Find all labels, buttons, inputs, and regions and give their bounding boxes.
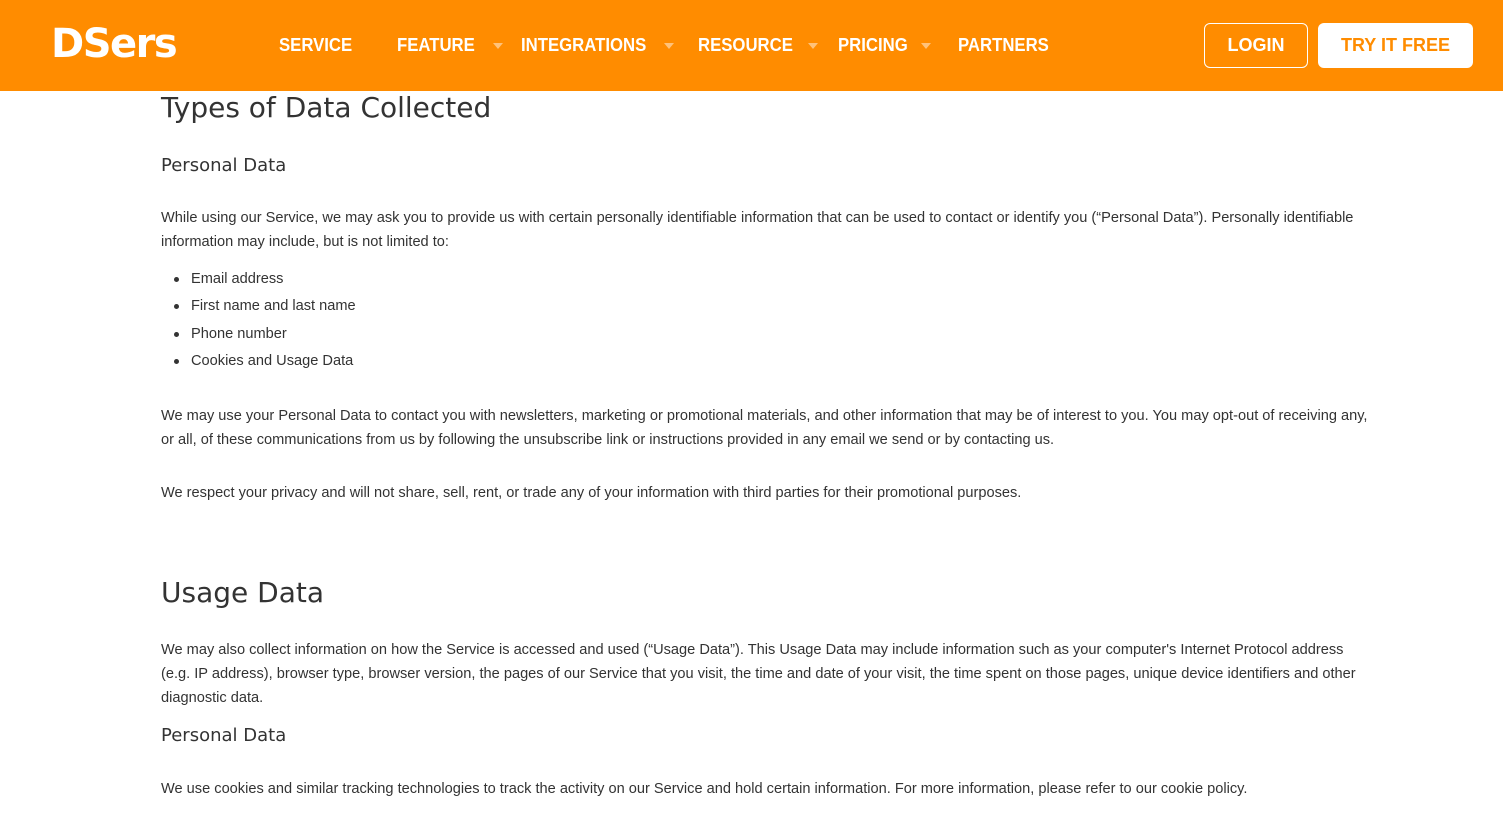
usage-data-paragraph: We may also collect information on how t… (161, 642, 1356, 706)
nav-item-integrations[interactable]: INTEGRATIONS (521, 35, 698, 56)
chevron-down-icon (808, 42, 819, 49)
bullet-icon (174, 331, 179, 337)
section-title-types-of-data: Types of Data Collected (161, 91, 492, 124)
nav-item-resource[interactable]: RESOURCE (698, 35, 838, 56)
dsers-logo[interactable]: DSers (51, 20, 178, 68)
nav-item-partners[interactable]: PARTNERS (958, 35, 1056, 56)
list-item: Cookies and Usage Data (161, 348, 356, 375)
bullet-icon (174, 277, 179, 282)
nav-item-label: PARTNERS (958, 35, 1049, 55)
site-header: DSers SERVICE FEATURE INTEGRATIONS RESOU… (0, 0, 1503, 91)
list-item: Phone number (161, 321, 356, 348)
list-item: Email address (161, 266, 356, 293)
login-button[interactable]: LOGIN (1204, 23, 1308, 68)
privacy-respect-paragraph: We respect your privacy and will not sha… (161, 485, 1022, 501)
chevron-down-icon (663, 42, 674, 49)
personal-data-list: Email address First name and last name P… (161, 266, 356, 375)
nav-item-pricing[interactable]: PRICING (838, 35, 958, 56)
nav-item-feature[interactable]: FEATURE (397, 35, 521, 56)
personal-data-usage-paragraph: We may use your Personal Data to contact… (161, 408, 1368, 448)
chevron-down-icon (921, 42, 932, 49)
nav-item-label: SERVICE (279, 35, 353, 55)
nav-item-label: INTEGRATIONS (521, 35, 647, 55)
personal-data-intro: While using our Service, we may ask you … (161, 210, 1354, 250)
subheading-personal-data: Personal Data (161, 155, 287, 176)
main-nav: SERVICE FEATURE INTEGRATIONS RESOURCE PR… (279, 0, 1056, 91)
list-item: First name and last name (161, 293, 356, 320)
nav-item-service[interactable]: SERVICE (279, 35, 397, 56)
cookies-paragraph: We use cookies and similar tracking tech… (161, 781, 1248, 797)
bullet-icon (174, 358, 179, 364)
chevron-down-icon (492, 42, 503, 49)
section-title-usage-data: Usage Data (161, 576, 324, 609)
nav-item-label: PRICING (838, 35, 908, 55)
subheading-personal-data-2: Personal Data (161, 725, 287, 746)
nav-item-label: RESOURCE (698, 35, 793, 55)
nav-item-label: FEATURE (397, 35, 475, 55)
bullet-icon (174, 304, 179, 310)
try-it-free-button[interactable]: TRY IT FREE (1318, 23, 1473, 68)
